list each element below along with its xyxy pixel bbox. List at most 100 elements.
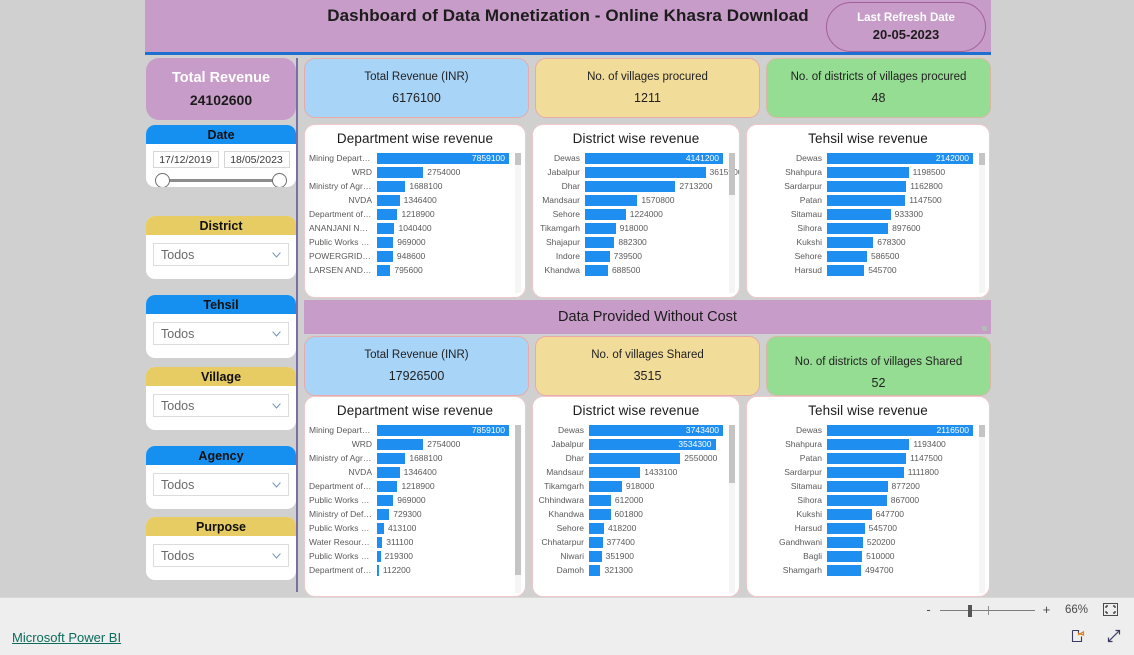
zoom-slider-thumb[interactable] xyxy=(968,604,972,617)
bar-row[interactable]: Sihora 897600 xyxy=(751,221,973,235)
bar-row[interactable]: Patan 1147500 xyxy=(751,451,973,465)
bar[interactable] xyxy=(827,438,910,450)
scrollbar-thumb[interactable] xyxy=(979,153,985,165)
bar-row[interactable]: Dewas 3743400 xyxy=(537,423,723,437)
bar-row[interactable]: Sehore 586500 xyxy=(751,249,973,263)
bar-row[interactable]: Sardarpur 1162800 xyxy=(751,179,973,193)
bar-row[interactable]: Khandwa 688500 xyxy=(537,263,723,277)
bar-row[interactable]: Mining Department 7859100 xyxy=(309,423,509,437)
bar[interactable] xyxy=(827,494,887,506)
bar-row[interactable]: Sehore 1224000 xyxy=(537,207,723,221)
bar-row[interactable]: Water Resource De... 311100 xyxy=(309,535,509,549)
bar-row[interactable]: Shamgarh 494700 xyxy=(751,563,973,577)
bar-row[interactable]: Shahpura 1198500 xyxy=(751,165,973,179)
bar-row[interactable]: Harsud 545700 xyxy=(751,521,973,535)
bar-row[interactable]: Tikamgarh 918000 xyxy=(537,479,723,493)
bar[interactable] xyxy=(589,494,611,506)
bar-row[interactable]: Sitamau 877200 xyxy=(751,479,973,493)
scrollbar-thumb[interactable] xyxy=(515,153,521,165)
bar[interactable] xyxy=(827,166,909,178)
bar-row[interactable]: Jabalpur 3615900 xyxy=(537,165,739,179)
zoom-in-button[interactable]: + xyxy=(1042,603,1051,616)
bar[interactable] xyxy=(377,180,406,192)
bar-row[interactable]: Chhindwara 612000 xyxy=(537,493,723,507)
share-icon[interactable] xyxy=(1070,628,1086,644)
bar[interactable] xyxy=(585,250,610,262)
bar[interactable] xyxy=(827,480,888,492)
scrollbar-thumb[interactable] xyxy=(979,425,985,437)
bar-row[interactable]: ANANJANI NAGAR... 1040400 xyxy=(309,221,509,235)
bar[interactable] xyxy=(377,236,394,248)
bar-row[interactable]: Tikamgarh 918000 xyxy=(537,221,723,235)
chart-vertical-scrollbar[interactable] xyxy=(729,153,735,293)
bar-row[interactable]: Public Works Depar... 413100 xyxy=(309,521,509,535)
bar-row[interactable]: Jabalpur 3534300 xyxy=(537,437,723,451)
bar-row[interactable]: Sihora 867000 xyxy=(751,493,973,507)
bar-row[interactable]: Ministry of Defense 729300 xyxy=(309,507,509,521)
bar[interactable] xyxy=(585,264,608,276)
bar[interactable] xyxy=(377,480,398,492)
bar-row[interactable]: Dhar 2550000 xyxy=(537,451,723,465)
bar[interactable] xyxy=(377,166,424,178)
bar[interactable] xyxy=(377,508,390,520)
bar[interactable] xyxy=(827,208,891,220)
chart-department-wise-revenue-paid[interactable]: Department wise revenue Mining Departmen… xyxy=(304,124,526,298)
bar-row[interactable]: Public Works Depar... 969000 xyxy=(309,493,509,507)
bar[interactable] xyxy=(585,194,638,206)
bar-row[interactable]: Mining Department 7859100 xyxy=(309,151,509,165)
bar-row[interactable]: Patan 1147500 xyxy=(751,193,973,207)
bar-row[interactable]: Public Works Depa... 969000 xyxy=(309,235,509,249)
bar[interactable] xyxy=(377,466,400,478)
bar-row[interactable]: Department of Foo... 1218900 xyxy=(309,207,509,221)
bar[interactable] xyxy=(377,452,406,464)
fullscreen-icon[interactable] xyxy=(1106,628,1122,644)
chart-vertical-scrollbar[interactable] xyxy=(979,153,985,293)
bar[interactable] xyxy=(377,494,394,506)
bar-row[interactable]: Ministry of Agricult... 1688100 xyxy=(309,451,509,465)
chart-vertical-scrollbar[interactable] xyxy=(515,425,521,593)
chart-tehsil-wise-revenue-free[interactable]: Tehsil wise revenue Dewas 2116500 Shahpura… xyxy=(746,396,990,597)
bar[interactable] xyxy=(589,452,681,464)
bar-row[interactable]: Shajapur 882300 xyxy=(537,235,723,249)
bar-row[interactable]: NVDA 1346400 xyxy=(309,193,509,207)
bar[interactable] xyxy=(377,208,398,220)
chart-vertical-scrollbar[interactable] xyxy=(515,153,521,293)
zoom-slider[interactable] xyxy=(940,604,1035,617)
bar[interactable] xyxy=(377,438,424,450)
bar[interactable] xyxy=(589,508,611,520)
bar-row[interactable]: Ministry of Agricult... 1688100 xyxy=(309,179,509,193)
bar[interactable] xyxy=(585,166,706,178)
bar[interactable] xyxy=(585,222,616,234)
bar-row[interactable]: Department of Foo... 1218900 xyxy=(309,479,509,493)
bar[interactable] xyxy=(827,264,865,276)
bar-row[interactable]: Department of Mad... 112200 xyxy=(309,563,509,577)
bar[interactable] xyxy=(827,550,863,562)
scrollbar-thumb[interactable] xyxy=(729,153,735,195)
bar[interactable] xyxy=(827,508,872,520)
bar[interactable] xyxy=(589,564,601,576)
bar-row[interactable]: Mandsaur 1433100 xyxy=(537,465,723,479)
scrollbar-thumb[interactable] xyxy=(515,425,521,575)
bar-row[interactable]: Shahpura 1193400 xyxy=(751,437,973,451)
bar[interactable] xyxy=(585,208,626,220)
bar-row[interactable]: Dewas 4141200 xyxy=(537,151,723,165)
bar-row[interactable]: Sardarpur 1111800 xyxy=(751,465,973,479)
bar-row[interactable]: Bagli 510000 xyxy=(751,549,973,563)
resize-handle[interactable] xyxy=(982,326,987,331)
bar-row[interactable]: Dewas 2142000 xyxy=(751,151,973,165)
bar[interactable] xyxy=(827,466,904,478)
bar-row[interactable]: Chhatarpur 377400 xyxy=(537,535,723,549)
bar[interactable] xyxy=(377,222,395,234)
bar-row[interactable]: Dhar 2713200 xyxy=(537,179,723,193)
bar-row[interactable]: Gandhwani 520200 xyxy=(751,535,973,549)
bar[interactable] xyxy=(827,564,862,576)
bar-row[interactable]: WRD 2754000 xyxy=(309,437,509,451)
bar[interactable] xyxy=(589,480,622,492)
bar-row[interactable]: Indore 739500 xyxy=(537,249,723,263)
bar[interactable] xyxy=(377,522,384,534)
bar-row[interactable]: Sehore 418200 xyxy=(537,521,723,535)
bar[interactable] xyxy=(827,180,907,192)
bar-row[interactable]: Dewas 2116500 xyxy=(751,423,973,437)
bar-row[interactable]: NVDA 1346400 xyxy=(309,465,509,479)
chart-tehsil-wise-revenue-paid[interactable]: Tehsil wise revenue Dewas 2142000 Shahpura… xyxy=(746,124,990,298)
